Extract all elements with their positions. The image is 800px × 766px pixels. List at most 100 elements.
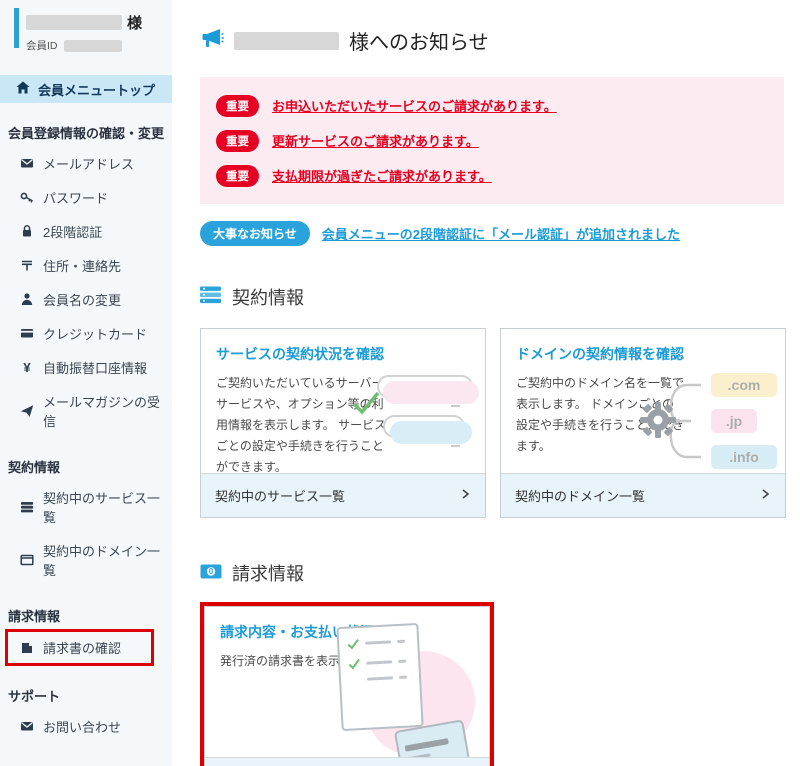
home-icon: [16, 81, 30, 97]
sidebar-item-label: メールマガジンの受信: [43, 392, 168, 430]
invoice-icon: [20, 641, 34, 655]
redacted-member-id: [64, 40, 122, 52]
browser-window-icon: [20, 553, 34, 567]
sidebar-item-mail-magazine[interactable]: メールマガジンの受信: [0, 384, 172, 437]
sidebar-item-label: メールアドレス: [43, 154, 134, 173]
lock-icon: [20, 224, 34, 238]
server-stack-icon: [200, 286, 222, 309]
sidebar-item-label: クレジットカード: [43, 324, 147, 343]
alert-row: 重要 更新サービスのご請求があります。: [216, 123, 768, 158]
redacted-member-name: [26, 15, 122, 30]
card-body: ドメインの契約情報を確認 ご契約中のドメイン名を一覧で表示します。 ドメインごと…: [501, 329, 785, 473]
chevron-right-icon: [759, 488, 771, 503]
member-id-label: 会員ID: [26, 38, 58, 53]
member-name-suffix: 様: [127, 12, 142, 33]
highlight-annotation: 請求内容・お支払い状況を確認 発行済の請求書を表示します。: [200, 602, 494, 766]
svg-text:¥: ¥: [23, 360, 31, 374]
sidebar-item-service-list[interactable]: 契約中のサービス一覧: [0, 480, 172, 533]
sidebar-item-label: 請求書の確認: [43, 638, 121, 657]
sidebar-item-menu-top[interactable]: 会員メニュートップ: [0, 75, 172, 103]
sidebar-item-label: 契約中のサービス一覧: [43, 488, 168, 526]
alert-row: 重要 支払期限が過ぎたご請求があります。: [216, 158, 768, 193]
redacted-member-name: [234, 32, 339, 50]
service-list-link[interactable]: 契約中のサービス一覧: [201, 473, 485, 517]
checkmark-icon: [351, 389, 381, 417]
domain-list-link[interactable]: 契約中のドメイン一覧: [501, 473, 785, 517]
mail-icon: [20, 719, 34, 733]
sidebar-item-invoice-check[interactable]: 請求書の確認: [5, 629, 154, 666]
credit-card-icon: [20, 326, 34, 340]
contract-cards: サービスの契約状況を確認 ご契約いただいているサーバーサービスや、オプション等の…: [200, 328, 786, 518]
member-info: 様 会員ID: [0, 0, 172, 63]
service-contract-card: サービスの契約状況を確認 ご契約いただいているサーバーサービスや、オプション等の…: [200, 328, 486, 518]
server-list-icon: [20, 500, 34, 514]
domain-contract-card: ドメインの契約情報を確認 ご契約中のドメイン名を一覧で表示します。 ドメインごと…: [500, 328, 786, 518]
sidebar-item-bank-account[interactable]: ¥ 自動振替口座情報: [0, 350, 172, 384]
sidebar-item-label: 契約中のドメイン一覧: [43, 541, 168, 579]
svg-text:0: 0: [209, 567, 214, 576]
footer-label: 契約中のサービス一覧: [215, 486, 345, 505]
sidebar-item-password[interactable]: パスワード: [0, 180, 172, 214]
invoice-document: [336, 623, 423, 731]
page-title: 様へのお知らせ: [200, 26, 786, 55]
paper-plane-icon: [20, 404, 34, 418]
sidebar-item-label: 2段階認証: [43, 222, 102, 241]
mail-icon: [20, 156, 34, 170]
sidebar-item-contact[interactable]: お問い合わせ: [0, 709, 172, 743]
megaphone-icon: [200, 27, 224, 55]
important-notice: 大事なお知らせ 会員メニューの2段階認証に「メール認証」が追加されました: [200, 221, 786, 246]
sidebar-item-credit-card[interactable]: クレジットカード: [0, 316, 172, 350]
sidebar-item-label: 会員名の変更: [43, 290, 121, 309]
sidebar-item-label: パスワード: [43, 188, 108, 207]
domain-pill-jp: .jp: [711, 409, 757, 433]
gear-icon: [639, 401, 677, 439]
sidebar-item-address[interactable]: 住所・連絡先: [0, 248, 172, 282]
importance-badge: 重要: [216, 165, 259, 187]
alert-link-renewal-invoice[interactable]: 更新サービスのご請求があります。: [272, 131, 479, 150]
invoice-illustration: [321, 625, 481, 757]
sidebar: 様 会員ID 会員メニュートップ 会員登録情報の確認・変更 メールアドレス: [0, 0, 172, 766]
alert-link-overdue-invoice[interactable]: 支払期限が過ぎたご請求があります。: [272, 166, 492, 185]
importance-badge: 重要: [216, 95, 259, 117]
accent-bar: [14, 8, 19, 48]
billing-card: 請求内容・お支払い状況を確認 発行済の請求書を表示します。: [204, 606, 490, 766]
footer-label: 契約中のドメイン一覧: [515, 486, 645, 505]
alert-link-new-service-invoice[interactable]: お申込いただいたサービスのご請求があります。: [272, 96, 557, 115]
page-title-text: 様へのお知らせ: [349, 26, 489, 55]
card-body: 請求内容・お支払い状況を確認 発行済の請求書を表示します。: [205, 607, 489, 757]
sidebar-item-label: 会員メニュートップ: [38, 80, 155, 99]
notice-link-two-factor-mail-auth[interactable]: 会員メニューの2段階認証に「メール認証」が追加されました: [322, 224, 680, 243]
sidebar-section-contract: 契約情報: [8, 457, 164, 476]
sidebar-section-registration: 会員登録情報の確認・変更: [8, 123, 164, 142]
sidebar-item-label: お問い合わせ: [43, 717, 121, 736]
postal-mark-icon: [20, 258, 34, 272]
alert-row: 重要 お申込いただいたサービスのご請求があります。: [216, 88, 768, 123]
section-title: 契約情報: [232, 284, 304, 310]
sidebar-item-member-name[interactable]: 会員名の変更: [0, 282, 172, 316]
sidebar-section-billing: 請求情報: [8, 606, 164, 625]
important-alerts: 重要 お申込いただいたサービスのご請求があります。 重要 更新サービスのご請求が…: [200, 77, 784, 204]
domain-illustration: .com .jp .info: [639, 367, 779, 473]
sidebar-item-domain-list[interactable]: 契約中のドメイン一覧: [0, 533, 172, 586]
importance-badge: 重要: [216, 130, 259, 152]
banknote-icon: 0: [200, 563, 222, 584]
card-title: ドメインの契約情報を確認: [516, 344, 771, 364]
billing-section-header: 0 請求情報: [200, 560, 786, 586]
key-icon: [20, 190, 34, 204]
member-menu-page: 様 会員ID 会員メニュートップ 会員登録情報の確認・変更 メールアドレス: [0, 0, 800, 766]
sidebar-item-label: 自動振替口座情報: [43, 358, 147, 377]
sidebar-item-two-factor[interactable]: 2段階認証: [0, 214, 172, 248]
card-title: サービスの契約状況を確認: [216, 344, 471, 364]
main-content: 様へのお知らせ 重要 お申込いただいたサービスのご請求があります。 重要 更新サ…: [172, 0, 800, 766]
service-list-illustration: [355, 375, 481, 461]
section-title: 請求情報: [232, 560, 304, 586]
contract-section-header: 契約情報: [200, 284, 786, 310]
sidebar-item-mail-address[interactable]: メールアドレス: [0, 146, 172, 180]
sidebar-section-support: サポート: [8, 686, 164, 705]
chevron-right-icon: [459, 488, 471, 503]
card-body: サービスの契約状況を確認 ご契約いただいているサーバーサービスや、オプション等の…: [201, 329, 485, 473]
yen-icon: ¥: [20, 360, 34, 374]
domain-pill-com: .com: [711, 373, 777, 397]
invoice-check-link[interactable]: 請求書の確認: [205, 757, 489, 766]
notice-badge: 大事なお知らせ: [200, 221, 310, 246]
